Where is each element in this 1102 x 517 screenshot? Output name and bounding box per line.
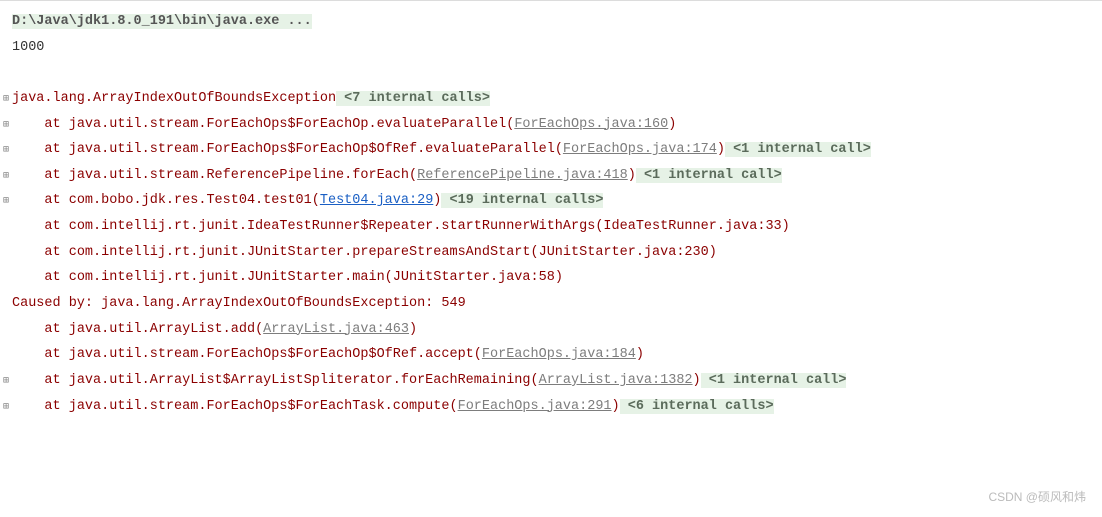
stack-frame: at com.intellij.rt.junit.IdeaTestRunner$… (0, 214, 1102, 240)
at-keyword: at (44, 219, 68, 234)
source-link[interactable]: ReferencePipeline.java:418 (417, 168, 628, 183)
java-command: D:\Java\jdk1.8.0_191\bin\java.exe ... (12, 14, 312, 29)
console-line: D:\Java\jdk1.8.0_191\bin\java.exe ... (0, 9, 1102, 35)
internal-calls-badge[interactable]: <1 internal call> (701, 373, 847, 388)
internal-calls-badge[interactable]: <6 internal calls> (620, 399, 774, 414)
source-link[interactable]: ForEachOps.java:291 (458, 399, 612, 414)
stack-frame: at java.util.stream.ForEachOps$ForEachOp… (0, 342, 1102, 368)
stack-frame: ⊞ at java.util.stream.ForEachOps$ForEach… (0, 137, 1102, 163)
stack-frame: ⊞ at java.util.stream.ForEachOps$ForEach… (0, 394, 1102, 420)
frame-method: com.intellij.rt.junit.IdeaTestRunner$Rep… (69, 219, 596, 234)
source-link[interactable]: ArrayList.java:463 (263, 322, 409, 337)
caused-by-exception: java.lang.ArrayIndexOutOfBoundsException… (101, 296, 466, 311)
fold-icon[interactable]: ⊞ (0, 137, 12, 163)
fold-icon[interactable]: ⊞ (0, 86, 12, 112)
internal-calls-badge[interactable]: <7 internal calls> (336, 91, 490, 106)
caused-by-line: Caused by: java.lang.ArrayIndexOutOfBoun… (0, 291, 1102, 317)
frame-method: com.intellij.rt.junit.JUnitStarter.main (69, 270, 385, 285)
fold-icon[interactable]: ⊞ (0, 112, 12, 138)
stack-frame: ⊞ at java.util.ArrayList$ArrayListSplite… (0, 368, 1102, 394)
fold-icon[interactable]: ⊞ (0, 188, 12, 214)
exception-class: java.lang.ArrayIndexOutOfBoundsException (12, 91, 336, 106)
at-keyword: at (44, 399, 68, 414)
source-link[interactable]: ArrayList.java:1382 (539, 373, 693, 388)
frame-method: com.bobo.jdk.res.Test04.test01 (69, 193, 312, 208)
source-link: JUnitStarter.java:58 (393, 270, 555, 285)
at-keyword: at (44, 322, 68, 337)
fold-icon[interactable]: ⊞ (0, 163, 12, 189)
console-blank (0, 60, 1102, 86)
frame-method: java.util.stream.ForEachOps$ForEachOp$Of… (69, 142, 555, 157)
source-link[interactable]: ForEachOps.java:174 (563, 142, 717, 157)
stack-frame: ⊞ at java.util.stream.ForEachOps$ForEach… (0, 112, 1102, 138)
stack-frame: ⊞ at java.util.stream.ReferencePipeline.… (0, 163, 1102, 189)
program-output: 1000 (12, 40, 44, 55)
fold-icon[interactable]: ⊞ (0, 368, 12, 394)
at-keyword: at (44, 347, 68, 362)
frame-method: java.util.stream.ForEachOps$ForEachOp.ev… (69, 117, 506, 132)
stack-frame: at java.util.ArrayList.add(ArrayList.jav… (0, 317, 1102, 343)
source-link: JUnitStarter.java:230 (539, 245, 709, 260)
fold-icon[interactable]: ⊞ (0, 394, 12, 420)
internal-calls-badge[interactable]: <1 internal call> (636, 168, 782, 183)
at-keyword: at (44, 373, 68, 388)
exception-header: ⊞java.lang.ArrayIndexOutOfBoundsExceptio… (0, 86, 1102, 112)
caused-by-label: Caused by: (12, 296, 101, 311)
stack-frame: ⊞ at com.bobo.jdk.res.Test04.test01(Test… (0, 188, 1102, 214)
frame-method: com.intellij.rt.junit.JUnitStarter.prepa… (69, 245, 531, 260)
source-link[interactable]: Test04.java:29 (320, 193, 433, 208)
at-keyword: at (44, 142, 68, 157)
frame-method: java.util.stream.ForEachOps$ForEachOp$Of… (69, 347, 474, 362)
frame-method: java.util.ArrayList.add (69, 322, 255, 337)
internal-calls-badge[interactable]: <19 internal calls> (441, 193, 603, 208)
stack-frame: at com.intellij.rt.junit.JUnitStarter.pr… (0, 240, 1102, 266)
watermark: CSDN @硕风和炜 (988, 486, 1086, 509)
stack-frame: at com.intellij.rt.junit.JUnitStarter.ma… (0, 265, 1102, 291)
frame-method: java.util.stream.ReferencePipeline.forEa… (69, 168, 409, 183)
at-keyword: at (44, 117, 68, 132)
at-keyword: at (44, 168, 68, 183)
source-link[interactable]: ForEachOps.java:160 (514, 117, 668, 132)
source-link: IdeaTestRunner.java:33 (603, 219, 781, 234)
frame-method: java.util.stream.ForEachOps$ForEachTask.… (69, 399, 450, 414)
frame-method: java.util.ArrayList$ArrayListSpliterator… (69, 373, 531, 388)
source-link[interactable]: ForEachOps.java:184 (482, 347, 636, 362)
at-keyword: at (44, 193, 68, 208)
internal-calls-badge[interactable]: <1 internal call> (725, 142, 871, 157)
at-keyword: at (44, 245, 68, 260)
at-keyword: at (44, 270, 68, 285)
console-line: 1000 (0, 35, 1102, 61)
